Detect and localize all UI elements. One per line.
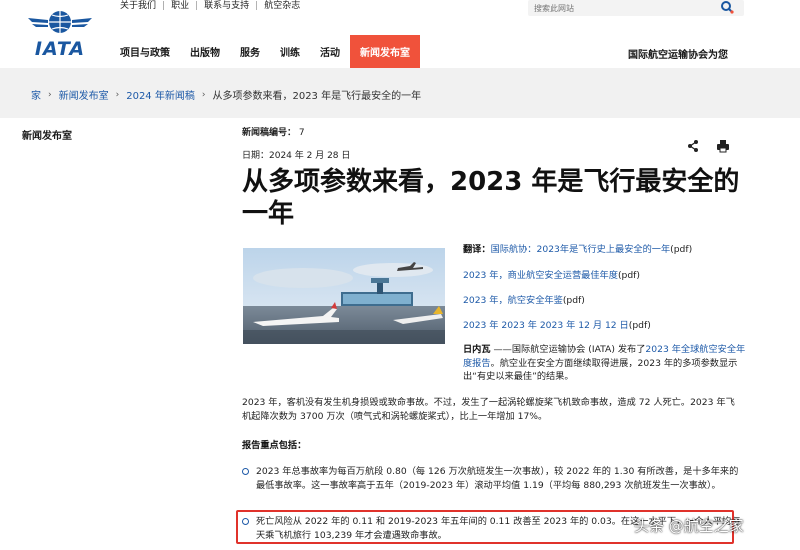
pdf-link-3[interactable]: 2023 年，航空安全年鉴 (463, 295, 563, 306)
util-link-about[interactable]: 关于我们 (120, 0, 162, 13)
sidebar-title[interactable]: 新闻发布室 (22, 127, 72, 142)
pdf-suffix: (pdf) (628, 320, 651, 331)
search-input[interactable] (534, 0, 714, 16)
pdf-link-1[interactable]: 国际航协：2023年是飞行史上最安全的一年 (491, 244, 671, 255)
pdf-link-4[interactable]: 2023 年 2023 年 2023 年 12 月 12 日 (463, 320, 629, 331)
nav-events[interactable]: 活动 (310, 35, 350, 68)
search-icon[interactable] (720, 0, 734, 14)
breadcrumb-home[interactable]: 家 (31, 87, 41, 102)
release-label: 新闻稿编号： (242, 128, 297, 138)
intro-text: ——国际航空运输协会 (IATA) 发布了 (490, 344, 646, 355)
breadcrumb-pressroom[interactable]: 新闻发布室 (59, 87, 109, 102)
search-box (528, 0, 744, 16)
main-nav: 项目与政策 出版物 服务 训练 活动 新闻发布室 (110, 35, 420, 68)
dateline: 日内瓦 (463, 344, 491, 355)
translation-label: 翻译： (463, 244, 491, 255)
intro-text-2: 。航空业在安全方面继续取得进展，2023 年的多项参数显示出“有史以来最佳”的结… (463, 357, 738, 383)
nav-programs-policy[interactable]: 项目与政策 (110, 35, 180, 68)
watermark-text: 头条 @航空之家 (634, 517, 744, 535)
nav-publications[interactable]: 出版物 (180, 35, 230, 68)
share-icon[interactable] (686, 139, 700, 153)
watermark: 头条 @航空之家 (632, 515, 746, 536)
chevron-right-icon: › (201, 89, 206, 100)
util-link-contact[interactable]: 联系与支持 (198, 0, 255, 13)
intro-paragraph: 日内瓦 ——国际航空运输协会 (IATA) 发布了2023 年全球航空安全年度报… (463, 343, 747, 384)
util-link-magazine[interactable]: 航空杂志 (258, 0, 306, 13)
pdf-suffix: (pdf) (562, 295, 585, 306)
utility-nav: 关于我们 | 职业 | 联系与支持 | 航空杂志 (120, 0, 306, 13)
nav-iata-for-you[interactable]: 国际航空运输协会为您 (628, 46, 728, 61)
breadcrumb-current: 从多项参数来看，2023 年是飞行最安全的一年 (212, 91, 422, 102)
chevron-right-icon: › (48, 89, 52, 100)
chevron-right-icon: › (115, 89, 120, 100)
link-row: 2023 年，商业航空安全运营最佳年度(pdf) (463, 269, 640, 282)
list-item-text: 2023 年总事故率为每百万航段 0.80（每 126 万次航班发生一次事故），… (256, 466, 739, 491)
bullet-icon (242, 468, 249, 475)
globe-wings-icon (28, 11, 92, 33)
list-item: 2023 年总事故率为每百万航段 0.80（每 126 万次航班发生一次事故），… (242, 465, 742, 492)
iata-logo[interactable]: IATA (24, 8, 96, 60)
site-header: IATA 关于我们 | 职业 | 联系与支持 | 航空杂志 项目与政策 出版物 … (0, 0, 800, 68)
breadcrumb-2024-releases[interactable]: 2024 年新闻稿 (126, 87, 195, 102)
link-row: 2023 年 2023 年 2023 年 12 月 12 日(pdf) (463, 319, 651, 332)
pdf-suffix: (pdf) (617, 270, 641, 281)
pdf-suffix: (pdf) (670, 244, 693, 255)
nav-training[interactable]: 训练 (270, 35, 310, 68)
pdf-link-2[interactable]: 2023 年，商业航空安全运营最佳年度 (463, 270, 618, 281)
article-photo (243, 248, 445, 344)
link-row: 翻译：国际航协：2023年是飞行史上最安全的一年(pdf) (463, 243, 692, 256)
release-date: 日期：2024 年 2 月 28 日 (242, 151, 351, 161)
link-row: 2023 年，航空安全年鉴(pdf) (463, 294, 585, 307)
breadcrumb: 家 › 新闻发布室 › 2024 年新闻稿 › 从多项参数来看，2023 年是飞… (0, 68, 800, 118)
release-value: 7 (298, 128, 305, 138)
body-paragraph: 2023 年，客机没有发生机身损毁或致命事故。不过，发生了一起涡轮螺旋桨飞机致命… (242, 397, 735, 422)
nav-services[interactable]: 服务 (230, 35, 270, 68)
print-icon[interactable] (716, 139, 730, 153)
highlights-heading: 报告重点包括： (242, 440, 307, 451)
article-title: 从多项参数来看，2023 年是飞行最安全的一年 (242, 167, 740, 229)
util-link-careers[interactable]: 职业 (165, 0, 195, 13)
release-number: 新闻稿编号： 7 (242, 125, 305, 138)
nav-pressroom[interactable]: 新闻发布室 (350, 35, 420, 68)
logo-text: IATA (34, 38, 86, 60)
